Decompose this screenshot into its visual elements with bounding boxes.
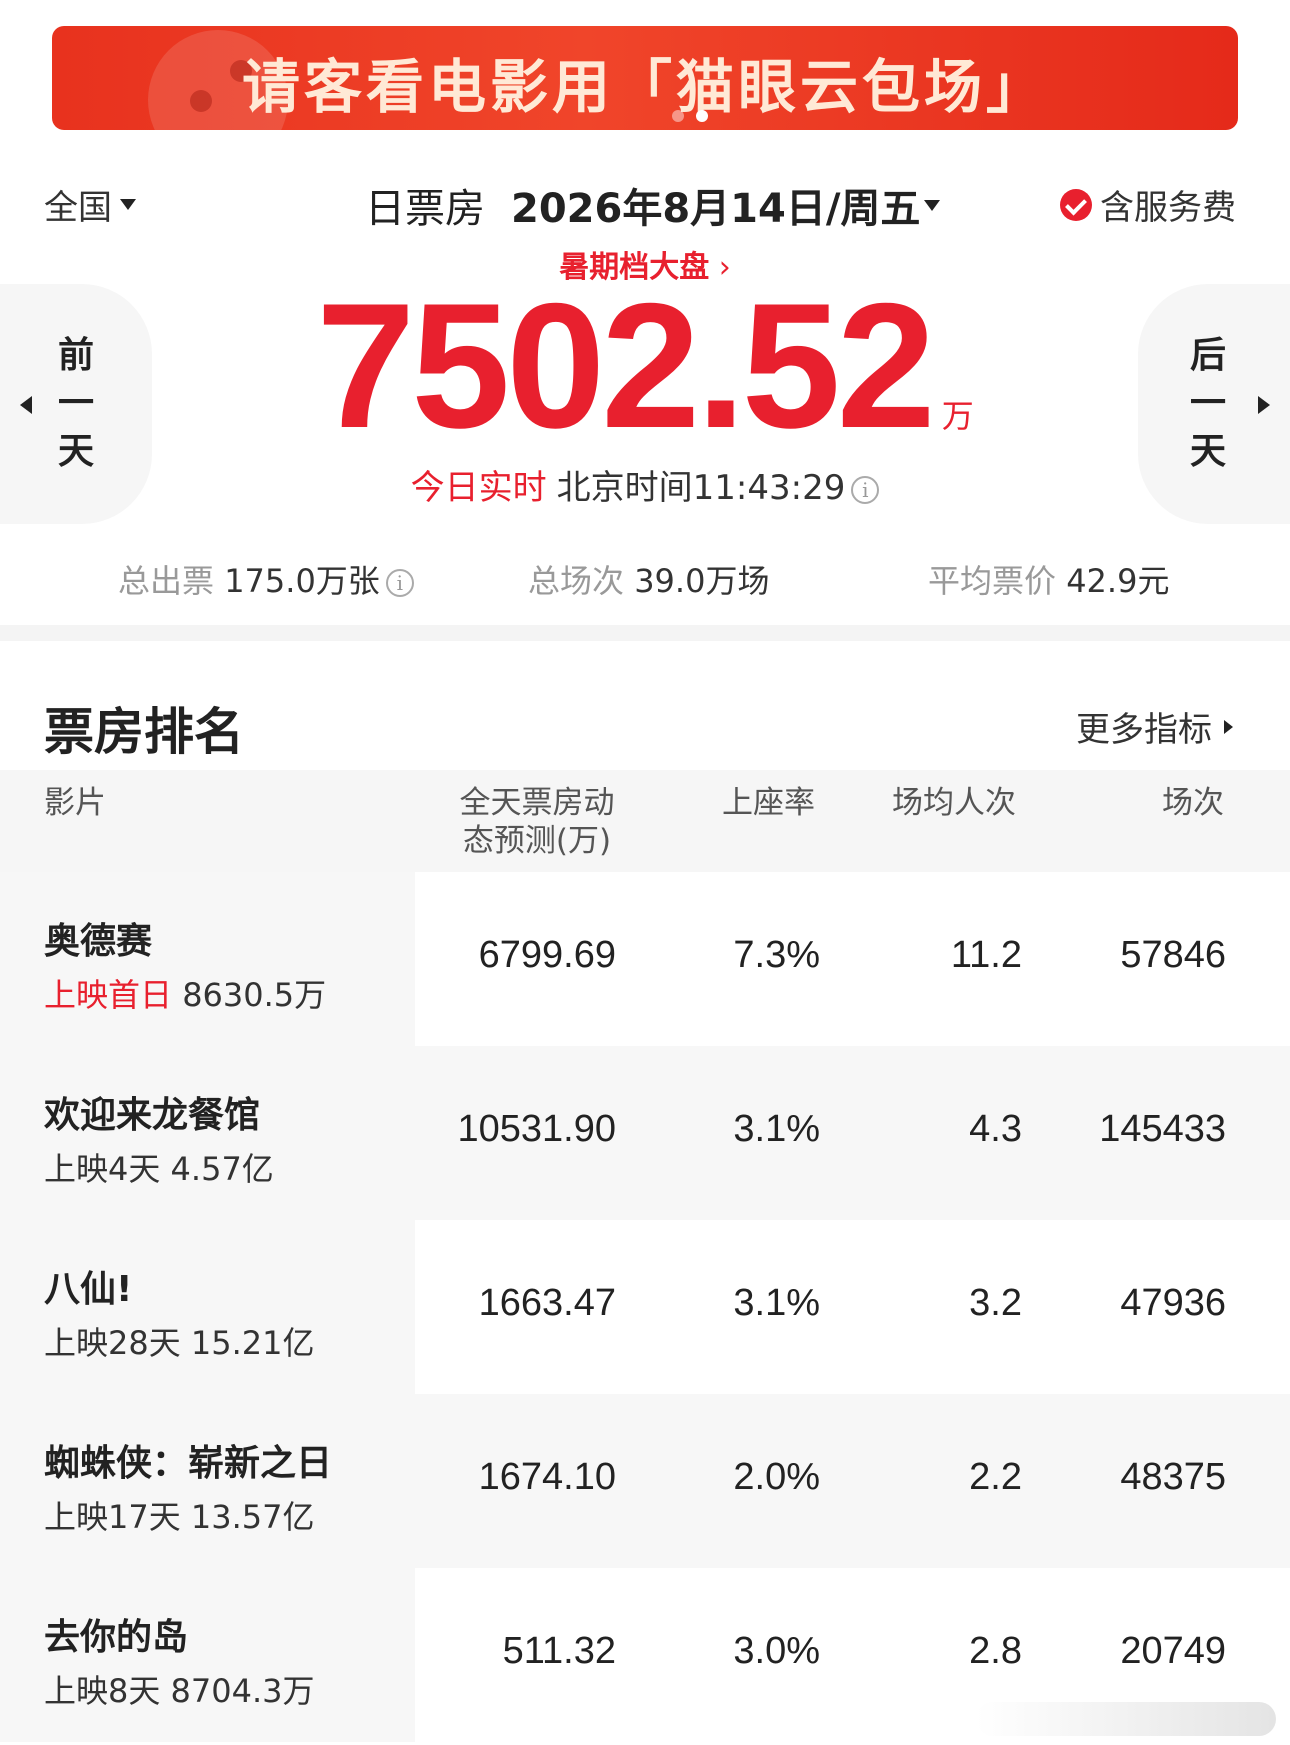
section-divider: [0, 625, 1290, 641]
film-total: 8630.5万: [182, 976, 327, 1014]
ranking-table-body: 奥德赛 上映首日 8630.5万 6799.69 7.3% 11.2 57846…: [0, 872, 1290, 1742]
shows-value: 57846: [1120, 934, 1226, 976]
region-selector[interactable]: 全国: [44, 180, 136, 229]
forecast-value: 10531.90: [457, 1108, 617, 1150]
occupancy-value: 3.1%: [733, 1108, 820, 1150]
realtime-line: 今日实时 北京时间11:43:29 i: [0, 460, 1290, 509]
film-total: 13.57亿: [190, 1498, 315, 1536]
forecast-value: 511.32: [502, 1630, 616, 1672]
forecast-value: 1674.10: [478, 1456, 616, 1498]
release-status: 上映首日: [44, 976, 173, 1014]
caret-down-icon: [924, 199, 941, 211]
info-icon[interactable]: i: [385, 569, 414, 597]
ranking-title: 票房排名: [44, 703, 244, 761]
film-release-info: 上映4天 4.57亿: [44, 1144, 274, 1190]
stat-shows-value: 39.0万场: [634, 562, 770, 600]
more-metrics-link[interactable]: 更多指标: [1076, 702, 1233, 751]
stat-tickets-label: 总出票: [118, 562, 215, 600]
service-fee-toggle[interactable]: 含服务费: [1060, 180, 1236, 229]
table-header: 影片 全天票房动 态预测(万) 上座率 场均人次 场次: [0, 770, 1290, 872]
check-circle-icon: [1060, 188, 1092, 221]
stat-tickets: 总出票 175.0万张 i: [118, 556, 414, 602]
film-total: 15.21亿: [190, 1324, 315, 1362]
header-film: 影片: [44, 785, 106, 821]
banner-dot[interactable]: [672, 110, 684, 122]
banner-pagination: [672, 110, 708, 122]
release-status: 上映28天: [44, 1324, 181, 1362]
forecast-value: 6799.69: [478, 934, 616, 976]
forecast-value: 1663.47: [478, 1282, 616, 1324]
date-selector[interactable]: 日票房 2026年8月14日/周五: [365, 176, 941, 234]
avg-people-value: 4.3: [969, 1108, 1022, 1150]
film-title: 奥德赛: [44, 921, 153, 962]
occupancy-value: 3.0%: [733, 1630, 820, 1672]
realtime-label: 今日实时: [410, 468, 547, 508]
film-total: 4.57亿: [170, 1150, 274, 1188]
more-metrics-label: 更多指标: [1076, 710, 1212, 750]
occupancy-value: 3.1%: [733, 1282, 820, 1324]
stat-avg-price-value: 42.9元: [1066, 562, 1170, 600]
stat-avg-price: 平均票价 42.9元: [928, 556, 1169, 602]
header-avg-people[interactable]: 场均人次: [892, 784, 1016, 822]
release-status: 上映8天: [44, 1672, 161, 1710]
film-title: 八仙!: [44, 1269, 133, 1310]
shows-value: 48375: [1120, 1456, 1226, 1498]
release-status: 上映4天: [44, 1150, 161, 1188]
banner-text: 请客看电影用「猫眼云包场」: [241, 53, 1048, 121]
shows-value: 47936: [1120, 1282, 1226, 1324]
region-label: 全国: [44, 188, 112, 228]
header-shows[interactable]: 场次: [1162, 784, 1224, 822]
avg-people-value: 3.2: [969, 1282, 1022, 1324]
shows-value: 20749: [1120, 1630, 1226, 1672]
banner-dot-active[interactable]: [696, 110, 708, 122]
film-release-info: 上映17天 13.57亿: [44, 1492, 315, 1538]
occupancy-value: 2.0%: [733, 1456, 820, 1498]
avg-people-value: 2.8: [969, 1630, 1022, 1672]
header-forecast-line2: 态预测(万): [462, 823, 612, 859]
stat-shows-label: 总场次: [528, 562, 625, 600]
table-row[interactable]: 欢迎来龙餐馆 上映4天 4.57亿 10531.90 3.1% 4.3 1454…: [0, 1046, 1290, 1220]
avg-people-value: 2.2: [969, 1456, 1022, 1498]
scroll-indicator: [976, 1702, 1276, 1736]
table-row[interactable]: 奥德赛 上映首日 8630.5万 6799.69 7.3% 11.2 57846: [0, 872, 1290, 1046]
header-forecast-line1: 全天票房动: [459, 785, 615, 821]
release-status: 上映17天: [44, 1498, 181, 1536]
total-box-office-value: 7502.52: [316, 266, 935, 465]
arrow-right-icon: [1224, 719, 1233, 734]
header-occupancy[interactable]: 上座率: [722, 784, 815, 822]
page-title: 日票房: [365, 186, 485, 232]
film-release-info: 上映8天 8704.3万: [44, 1666, 315, 1712]
table-row[interactable]: 八仙! 上映28天 15.21亿 1663.47 3.1% 3.2 47936: [0, 1220, 1290, 1394]
film-release-info: 上映首日 8630.5万: [44, 970, 326, 1016]
promo-banner[interactable]: 请客看电影用「猫眼云包场」: [52, 26, 1238, 130]
info-icon[interactable]: i: [851, 476, 880, 504]
film-title: 蜘蛛侠：崭新之日: [44, 1443, 333, 1484]
film-total: 8704.3万: [170, 1672, 315, 1710]
film-release-info: 上映28天 15.21亿: [44, 1318, 315, 1364]
date-label: 2026年8月14日/周五: [511, 186, 921, 232]
realtime-clock: 北京时间11:43:29: [556, 468, 846, 508]
total-box-office-unit: 万: [941, 398, 974, 434]
stat-shows: 总场次 39.0万场: [528, 556, 769, 602]
stat-avg-price-label: 平均票价: [928, 562, 1057, 600]
film-title: 欢迎来龙餐馆: [44, 1095, 261, 1136]
stat-tickets-value: 175.0万张: [224, 562, 380, 600]
shows-value: 145433: [1099, 1108, 1226, 1150]
film-title: 去你的岛: [44, 1617, 189, 1658]
caret-down-icon: [120, 199, 136, 210]
avg-people-value: 11.2: [950, 934, 1022, 976]
service-fee-label: 含服务费: [1100, 188, 1236, 228]
occupancy-value: 7.3%: [733, 934, 820, 976]
header-forecast[interactable]: 全天票房动 态预测(万): [452, 784, 622, 860]
table-row[interactable]: 蜘蛛侠：崭新之日 上映17天 13.57亿 1674.10 2.0% 2.2 4…: [0, 1394, 1290, 1568]
